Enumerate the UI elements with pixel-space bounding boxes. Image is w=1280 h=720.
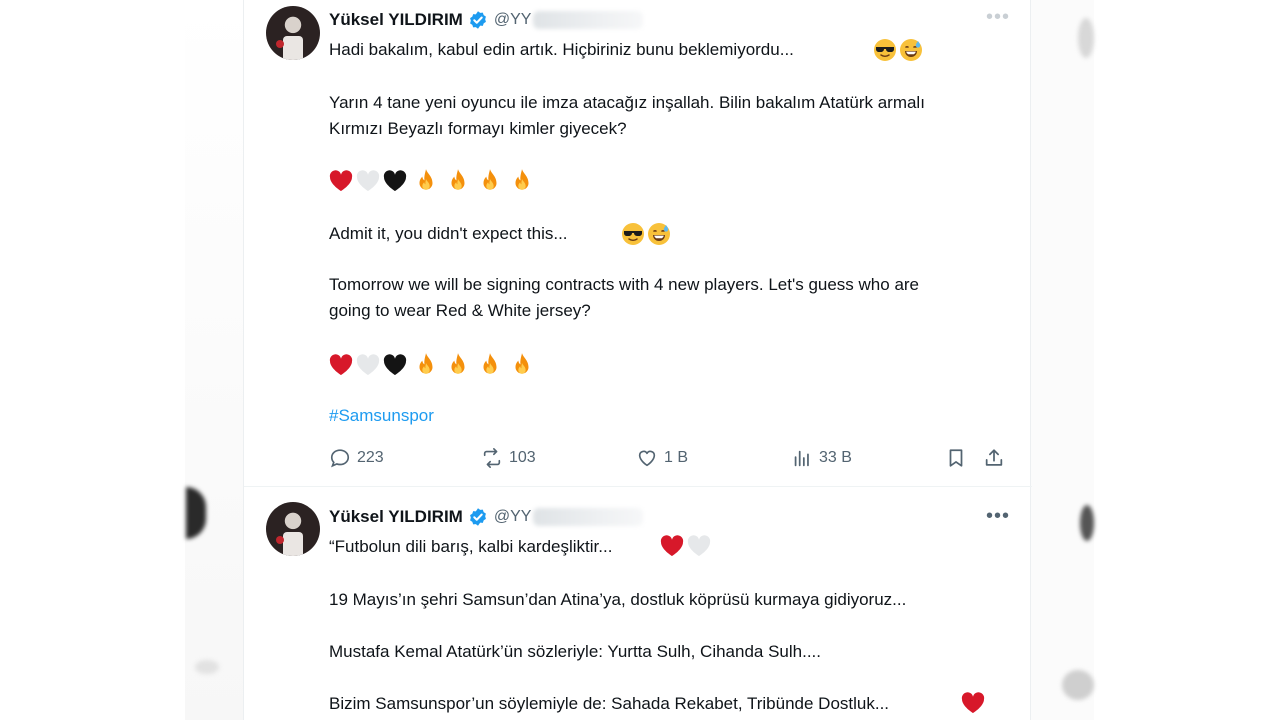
emoji-row — [329, 168, 541, 194]
author-name[interactable]: Yüksel YILDIRIM — [329, 10, 463, 30]
repost-count: 103 — [509, 449, 536, 466]
emoji-group — [619, 222, 671, 246]
view-count: 33 B — [819, 449, 852, 466]
like-button[interactable]: 1 B — [636, 447, 688, 469]
author-handle[interactable]: @YY — [494, 508, 532, 526]
author-handle[interactable]: @YY — [494, 11, 532, 29]
author-name[interactable]: Yüksel YILDIRIM — [329, 507, 463, 527]
tweet-text-line: “Futbolun dili barış, kalbi kardeşliktir… — [329, 537, 613, 556]
emoji-group — [660, 535, 714, 557]
emoji-row — [329, 352, 541, 378]
views-button[interactable]: 33 B — [791, 447, 852, 469]
redacted-handle — [533, 11, 644, 29]
verified-badge-icon — [469, 508, 486, 526]
white-heart-icon — [356, 354, 380, 375]
tweet-text-line: going to wear Red & White jersey? — [329, 301, 591, 320]
fire-icon — [515, 353, 529, 374]
tweet-text-line: Admit it, you didn't expect this... — [329, 224, 568, 243]
grinning-sweat-emoji-icon — [900, 39, 922, 61]
tweet[interactable]: Yüksel YILDIRIM @YY ••• Hadi bakalım, ka… — [244, 0, 1032, 487]
tweet-header: Yüksel YILDIRIM @YY — [329, 8, 644, 32]
tweet-actions: 223 103 1 B 33 B — [329, 447, 1009, 471]
red-heart-icon — [329, 354, 353, 375]
more-options-icon[interactable]: ••• — [986, 505, 1010, 528]
reply-count: 223 — [357, 449, 384, 466]
fire-icon — [515, 169, 529, 190]
fire-icon — [451, 353, 465, 374]
sunglasses-emoji-icon — [874, 39, 896, 61]
background-left — [185, 0, 243, 720]
sunglasses-emoji-icon — [622, 223, 644, 245]
share-button[interactable] — [983, 447, 1011, 469]
background-blur — [1078, 18, 1094, 58]
red-heart-icon — [329, 170, 353, 191]
tweet-header: Yüksel YILDIRIM @YY — [329, 505, 644, 529]
tweet-text-line: 19 Mayıs’ın şehri Samsun’dan Atina’ya, d… — [329, 590, 907, 609]
bookmark-icon — [949, 449, 963, 467]
background-blur — [1062, 670, 1094, 700]
like-count: 1 B — [664, 449, 689, 466]
avatar[interactable] — [266, 6, 320, 60]
comment-icon — [330, 449, 350, 468]
red-heart-icon — [961, 692, 985, 713]
red-heart-icon — [660, 535, 684, 556]
tweet-text-line: Kırmızı Beyazlı formayı kimler giyecek? — [329, 119, 627, 138]
tweet-text-line: Mustafa Kemal Atatürk’ün sözleriyle: Yur… — [329, 642, 822, 661]
white-heart-icon — [356, 170, 380, 191]
tweet-text-line: Tomorrow we will be signing contracts wi… — [329, 275, 920, 294]
bookmark-button[interactable] — [945, 447, 973, 469]
heart-icon — [638, 450, 656, 467]
more-options-icon[interactable]: ••• — [986, 6, 1010, 29]
background-blur — [195, 660, 219, 674]
retweet-icon — [483, 448, 501, 468]
background-blur — [1080, 505, 1094, 541]
share-icon — [985, 449, 1003, 466]
fire-icon — [483, 353, 497, 374]
emoji-group — [961, 692, 988, 714]
tweet-text-line: Bizim Samsunspor’un söylemiyle de: Sahad… — [329, 694, 890, 713]
tweet[interactable]: Yüksel YILDIRIM @YY ••• “Futbolun dili b… — [244, 488, 1032, 720]
fire-icon — [419, 169, 433, 190]
grinning-sweat-emoji-icon — [648, 223, 670, 245]
redacted-handle — [533, 508, 644, 526]
verified-badge-icon — [469, 11, 486, 29]
analytics-icon — [794, 450, 809, 467]
fire-icon — [419, 353, 433, 374]
white-heart-icon — [687, 535, 711, 556]
hashtag-link[interactable]: #Samsunspor — [329, 403, 434, 429]
background-right — [1031, 0, 1094, 720]
tweet-text-line: Yarın 4 tane yeni oyuncu ile imza atacağ… — [329, 93, 925, 112]
tweet-text-line: Hadi bakalım, kabul edin artık. Hiçbirin… — [329, 40, 794, 59]
repost-button[interactable]: 103 — [481, 447, 536, 469]
fire-icon — [483, 169, 497, 190]
timeline-column: Yüksel YILDIRIM @YY ••• Hadi bakalım, ka… — [243, 0, 1032, 720]
avatar[interactable] — [266, 502, 320, 556]
emoji-group — [871, 38, 923, 62]
black-heart-icon — [383, 354, 407, 375]
fire-icon — [451, 169, 465, 190]
reply-button[interactable]: 223 — [329, 447, 384, 469]
black-heart-icon — [383, 170, 407, 191]
